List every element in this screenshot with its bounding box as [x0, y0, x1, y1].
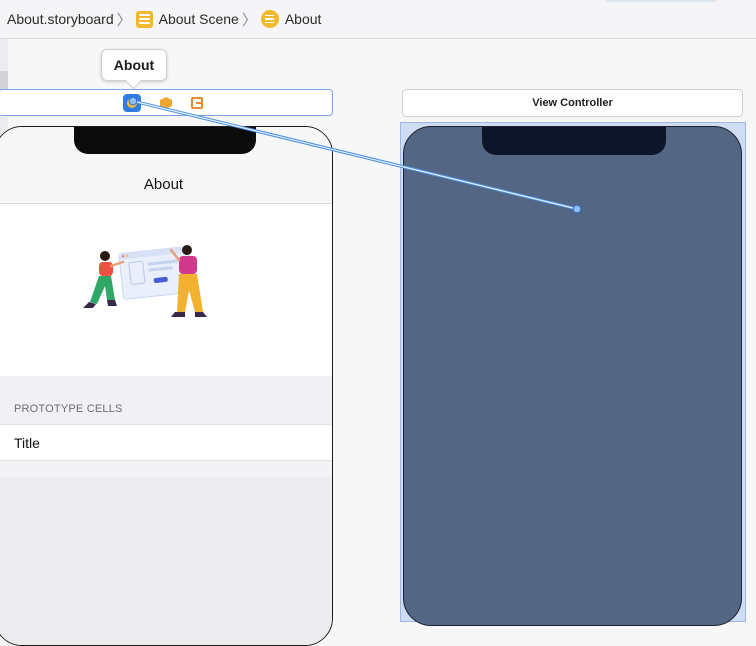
- breadcrumb-view-controller[interactable]: About: [260, 10, 322, 28]
- breadcrumb-separator: 〉: [116, 11, 132, 29]
- scene-dock-about[interactable]: [0, 89, 333, 116]
- view-controller-device[interactable]: [403, 126, 742, 626]
- table-empty-area: [0, 461, 332, 645]
- section-header-label: PROTOTYPE CELLS: [14, 403, 123, 415]
- breadcrumb-scene[interactable]: About Scene: [135, 10, 239, 28]
- table-header-view[interactable]: [0, 204, 332, 376]
- view-controller-icon[interactable]: [123, 94, 141, 112]
- device-notch: [482, 127, 666, 155]
- top-divider: [606, 0, 716, 2]
- first-responder-icon[interactable]: [157, 94, 175, 112]
- table-section-header: PROTOTYPE CELLS: [0, 376, 332, 424]
- breadcrumb-scene-label: About Scene: [158, 11, 239, 27]
- tooltip-text: About: [113, 57, 155, 73]
- about-scene-device[interactable]: About PROTOTYPE CELLS Title: [0, 126, 333, 646]
- device-notch: [74, 127, 256, 154]
- jump-bar: About.storyboard 〉 About Scene 〉 About: [0, 0, 756, 39]
- scene-icon: [135, 10, 153, 28]
- scene-dock-label: View Controller: [532, 97, 613, 109]
- breadcrumb-view-controller-label: About: [284, 11, 322, 27]
- team-illustration: [83, 245, 207, 317]
- navigation-bar[interactable]: About: [0, 127, 332, 204]
- navigation-title: About: [143, 176, 184, 193]
- breadcrumb-storyboard-label: About.storyboard: [7, 11, 114, 27]
- view-controller-icon: [260, 10, 279, 28]
- scene-dock-view-controller[interactable]: View Controller: [402, 89, 743, 117]
- tooltip: About: [101, 49, 167, 90]
- cell-title-label: Title: [14, 435, 40, 451]
- breadcrumb-storyboard[interactable]: About.storyboard: [7, 11, 114, 27]
- breadcrumb-separator: 〉: [241, 11, 257, 29]
- prototype-cell[interactable]: Title: [0, 424, 332, 461]
- exit-icon[interactable]: [188, 94, 206, 112]
